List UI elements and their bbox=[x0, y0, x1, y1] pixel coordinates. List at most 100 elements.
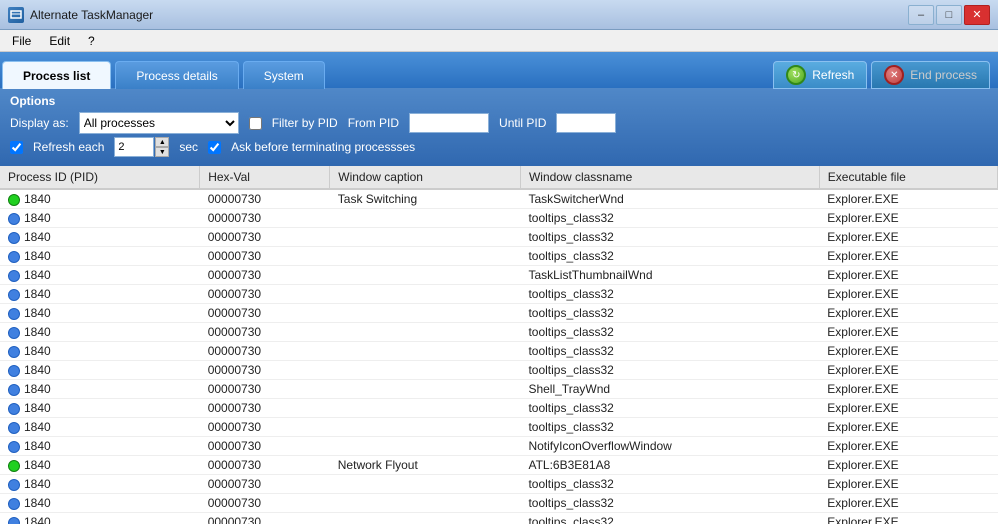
cell-classname: tooltips_class32 bbox=[520, 418, 819, 437]
table-row[interactable]: 184000000730tooltips_class32Explorer.EXE bbox=[0, 304, 998, 323]
ask-before-checkbox[interactable] bbox=[208, 141, 221, 154]
table-wrapper: Process ID (PID) Hex-Val Window caption … bbox=[0, 166, 998, 524]
minimize-button[interactable]: – bbox=[908, 5, 934, 25]
cell-hex: 00000730 bbox=[200, 437, 330, 456]
cell-pid: 1840 bbox=[0, 209, 200, 228]
end-process-button[interactable]: ✕ End process bbox=[871, 61, 990, 89]
from-pid-input[interactable] bbox=[409, 113, 489, 133]
cell-pid: 1840 bbox=[0, 418, 200, 437]
cell-pid: 1840 bbox=[0, 323, 200, 342]
title-bar: Alternate TaskManager – □ ✕ bbox=[0, 0, 998, 30]
process-table: Process ID (PID) Hex-Val Window caption … bbox=[0, 166, 998, 524]
cell-classname: tooltips_class32 bbox=[520, 342, 819, 361]
cell-caption bbox=[330, 266, 521, 285]
cell-classname: tooltips_class32 bbox=[520, 209, 819, 228]
cell-pid: 1840 bbox=[0, 189, 200, 209]
cell-caption bbox=[330, 304, 521, 323]
cell-classname: tooltips_class32 bbox=[520, 323, 819, 342]
menu-edit[interactable]: Edit bbox=[41, 32, 78, 50]
table-row[interactable]: 184000000730tooltips_class32Explorer.EXE bbox=[0, 475, 998, 494]
table-row[interactable]: 184000000730tooltips_class32Explorer.EXE bbox=[0, 418, 998, 437]
status-dot bbox=[8, 384, 20, 396]
process-table-body: 184000000730Task SwitchingTaskSwitcherWn… bbox=[0, 189, 998, 524]
refresh-up-arrow[interactable]: ▲ bbox=[155, 137, 169, 147]
table-row[interactable]: 184000000730NotifyIconOverflowWindowExpl… bbox=[0, 437, 998, 456]
restore-button[interactable]: □ bbox=[936, 5, 962, 25]
refresh-button[interactable]: ↻ Refresh bbox=[773, 61, 867, 89]
cell-exe: Explorer.EXE bbox=[819, 456, 997, 475]
filter-pid-checkbox[interactable] bbox=[249, 117, 262, 130]
cell-classname: tooltips_class32 bbox=[520, 475, 819, 494]
cell-hex: 00000730 bbox=[200, 304, 330, 323]
table-row[interactable]: 184000000730tooltips_class32Explorer.EXE bbox=[0, 399, 998, 418]
table-row[interactable]: 184000000730tooltips_class32Explorer.EXE bbox=[0, 361, 998, 380]
cell-caption bbox=[330, 228, 521, 247]
cell-caption bbox=[330, 513, 521, 524]
table-container[interactable]: Process ID (PID) Hex-Val Window caption … bbox=[0, 166, 998, 524]
refresh-down-arrow[interactable]: ▼ bbox=[155, 147, 169, 157]
table-row[interactable]: 184000000730tooltips_class32Explorer.EXE bbox=[0, 494, 998, 513]
cell-caption bbox=[330, 380, 521, 399]
table-row[interactable]: 184000000730tooltips_class32Explorer.EXE bbox=[0, 228, 998, 247]
until-pid-input[interactable] bbox=[556, 113, 616, 133]
cell-exe: Explorer.EXE bbox=[819, 285, 997, 304]
cell-classname: tooltips_class32 bbox=[520, 285, 819, 304]
tab-process-list[interactable]: Process list bbox=[2, 61, 111, 89]
col-exe: Executable file bbox=[819, 166, 997, 189]
cell-hex: 00000730 bbox=[200, 247, 330, 266]
refresh-each-checkbox[interactable] bbox=[10, 141, 23, 154]
status-dot bbox=[8, 251, 20, 263]
cell-classname: TaskSwitcherWnd bbox=[520, 189, 819, 209]
cell-caption bbox=[330, 494, 521, 513]
app-icon bbox=[8, 7, 24, 23]
cell-classname: tooltips_class32 bbox=[520, 228, 819, 247]
cell-classname: Shell_TrayWnd bbox=[520, 380, 819, 399]
table-row[interactable]: 184000000730Network FlyoutATL:6B3E81A8Ex… bbox=[0, 456, 998, 475]
cell-classname: tooltips_class32 bbox=[520, 494, 819, 513]
tab-process-details[interactable]: Process details bbox=[115, 61, 238, 89]
table-row[interactable]: 184000000730TaskListThumbnailWndExplorer… bbox=[0, 266, 998, 285]
cell-hex: 00000730 bbox=[200, 494, 330, 513]
cell-classname: tooltips_class32 bbox=[520, 513, 819, 524]
status-dot bbox=[8, 517, 20, 524]
cell-exe: Explorer.EXE bbox=[819, 228, 997, 247]
menu-file[interactable]: File bbox=[4, 32, 39, 50]
table-row[interactable]: 184000000730Task SwitchingTaskSwitcherWn… bbox=[0, 189, 998, 209]
table-row[interactable]: 184000000730tooltips_class32Explorer.EXE bbox=[0, 285, 998, 304]
cell-pid: 1840 bbox=[0, 285, 200, 304]
cell-hex: 00000730 bbox=[200, 189, 330, 209]
cell-exe: Explorer.EXE bbox=[819, 361, 997, 380]
cell-classname: tooltips_class32 bbox=[520, 304, 819, 323]
options-row-display: Display as: All processes Current user S… bbox=[10, 112, 988, 134]
cell-caption bbox=[330, 437, 521, 456]
status-dot bbox=[8, 479, 20, 491]
table-row[interactable]: 184000000730tooltips_class32Explorer.EXE bbox=[0, 513, 998, 524]
cell-pid: 1840 bbox=[0, 247, 200, 266]
table-row[interactable]: 184000000730tooltips_class32Explorer.EXE bbox=[0, 323, 998, 342]
refresh-value-input[interactable] bbox=[114, 137, 154, 157]
cell-hex: 00000730 bbox=[200, 456, 330, 475]
table-row[interactable]: 184000000730Shell_TrayWndExplorer.EXE bbox=[0, 380, 998, 399]
status-dot bbox=[8, 441, 20, 453]
status-dot bbox=[8, 498, 20, 510]
refresh-each-label: Refresh each bbox=[33, 140, 104, 154]
cell-pid: 1840 bbox=[0, 513, 200, 524]
cell-caption bbox=[330, 399, 521, 418]
refresh-unit: sec bbox=[179, 140, 198, 154]
table-row[interactable]: 184000000730tooltips_class32Explorer.EXE bbox=[0, 209, 998, 228]
table-row[interactable]: 184000000730tooltips_class32Explorer.EXE bbox=[0, 342, 998, 361]
tab-system[interactable]: System bbox=[243, 61, 325, 89]
cell-caption bbox=[330, 475, 521, 494]
end-process-icon: ✕ bbox=[884, 65, 904, 85]
close-button[interactable]: ✕ bbox=[964, 5, 990, 25]
menu-help[interactable]: ? bbox=[80, 32, 103, 50]
cell-caption bbox=[330, 418, 521, 437]
display-as-select[interactable]: All processes Current user Services bbox=[79, 112, 239, 134]
status-dot bbox=[8, 232, 20, 244]
display-as-label: Display as: bbox=[10, 116, 69, 130]
cell-pid: 1840 bbox=[0, 494, 200, 513]
cell-caption: Network Flyout bbox=[330, 456, 521, 475]
tab-right-controls: ↻ Refresh ✕ End process bbox=[773, 60, 998, 88]
table-row[interactable]: 184000000730tooltips_class32Explorer.EXE bbox=[0, 247, 998, 266]
status-dot bbox=[8, 270, 20, 282]
